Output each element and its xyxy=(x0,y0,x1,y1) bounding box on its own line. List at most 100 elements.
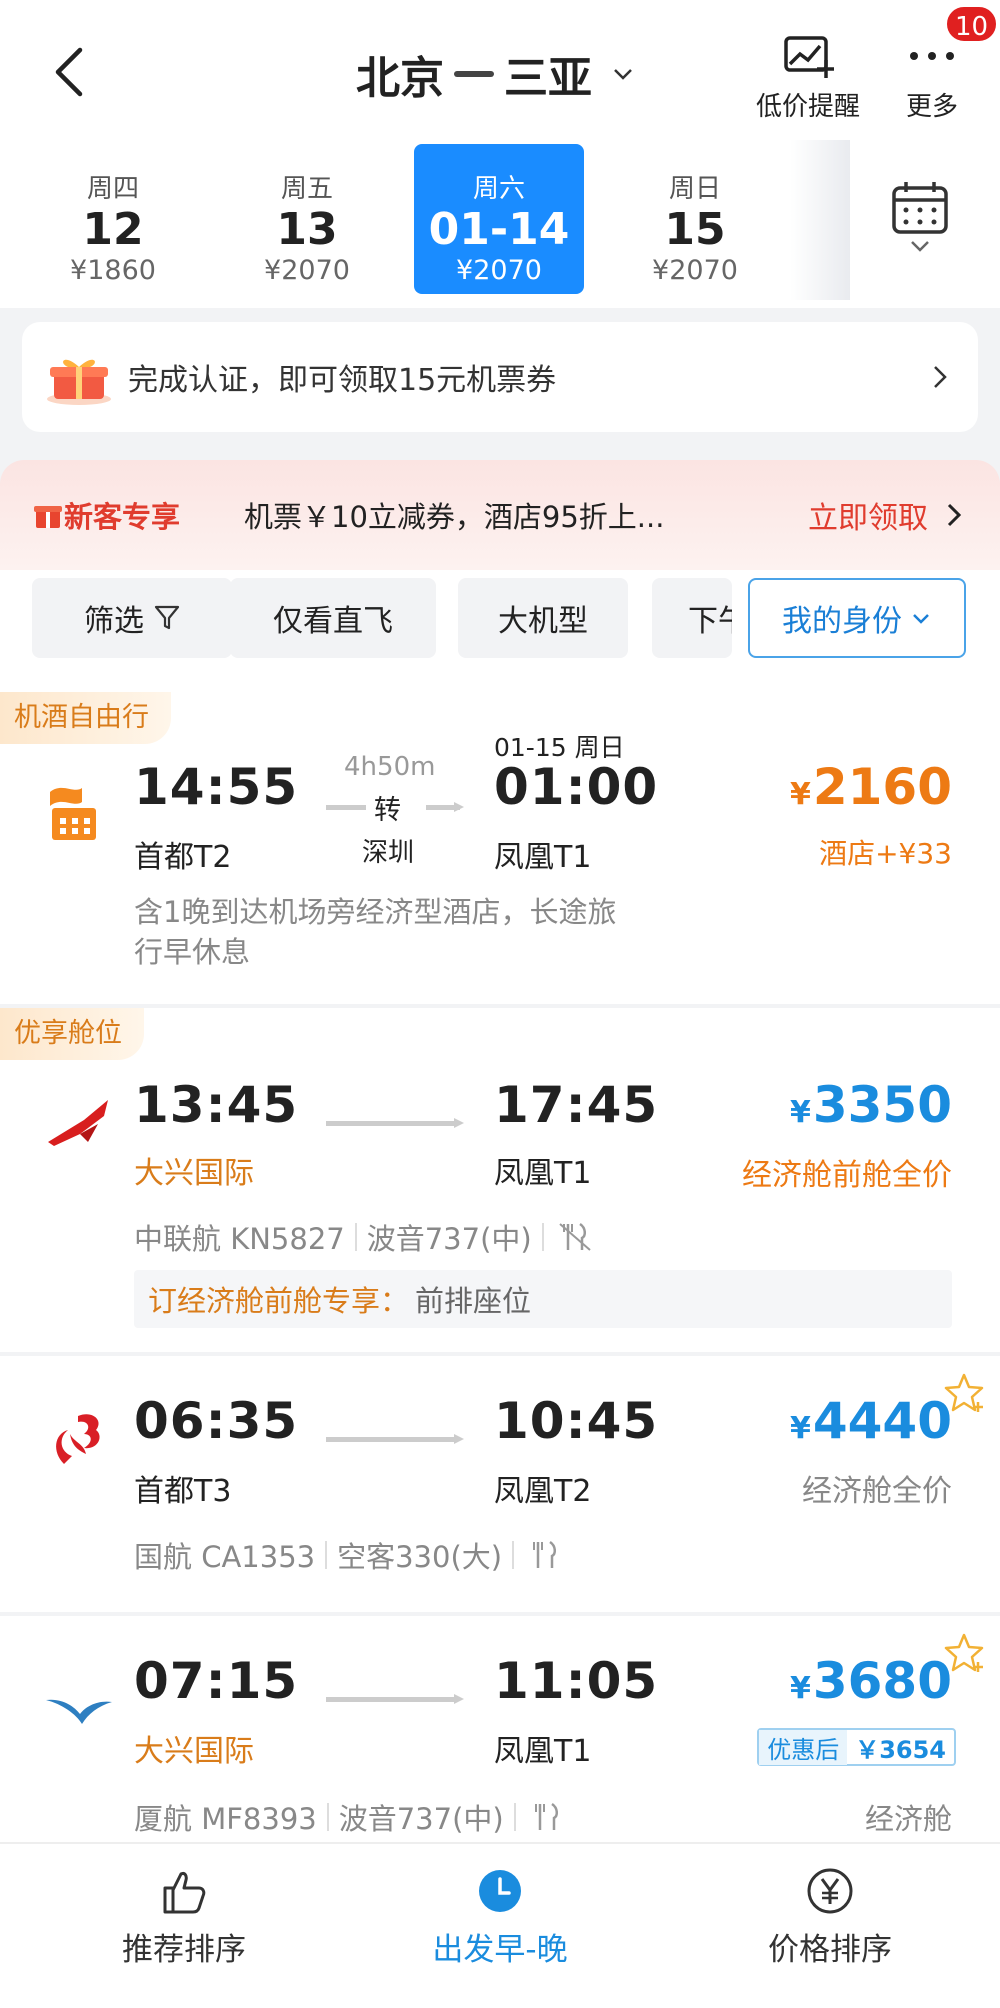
flight-price: ¥4440 xyxy=(790,1392,952,1450)
sort-recommend-label: 推荐排序 xyxy=(122,1932,246,1968)
arrival-time: 17:45 xyxy=(494,1076,659,1134)
chevron-right-icon xyxy=(934,366,947,388)
separator xyxy=(354,1223,357,1251)
afternoon-filter[interactable]: 下午 xyxy=(652,578,732,658)
gift-icon xyxy=(34,506,62,528)
back-arrow-icon[interactable] xyxy=(48,44,92,100)
package-ribbon: 机酒自由行 xyxy=(0,692,171,744)
claim-now-link[interactable]: 立即领取 xyxy=(808,493,928,537)
destination-city: 三亚 xyxy=(504,53,592,104)
origin-city: 北京 xyxy=(356,53,444,104)
date-day: 13 xyxy=(276,204,338,255)
verification-text: 完成认证，即可领取15元机票券 xyxy=(128,363,557,398)
sort-tab-bar: 推荐排序 出发早-晚 价格排序 xyxy=(0,1842,1000,2008)
route-selector[interactable]: 北京 三亚 xyxy=(356,44,634,104)
transfer-city: 深圳 xyxy=(362,838,415,868)
identity-dropdown[interactable]: 我的身份 xyxy=(748,578,966,658)
arrival-airport: 凤凰T1 xyxy=(494,1734,592,1769)
price-alert-label: 低价提醒 xyxy=(756,92,861,122)
flight-card[interactable]: 机酒自由行 14:55 首都T2 4h50m 转 深圳 01-15 周日 01:… xyxy=(0,692,1000,1004)
yen-circle-icon xyxy=(807,1868,853,1914)
china-united-airlines-logo xyxy=(48,1100,108,1146)
date-weekday: 周日 xyxy=(668,174,721,204)
price-value: 3350 xyxy=(812,1076,952,1134)
large-plane-filter[interactable]: 大机型 xyxy=(458,578,628,658)
date-weekday: 周六 xyxy=(472,174,525,204)
verification-banner[interactable]: 完成认证，即可领取15元机票券 xyxy=(22,322,978,432)
top-nav-bar: 北京 三亚 低价提醒 更多 10 xyxy=(0,0,1000,140)
identity-label: 我的身份 xyxy=(782,604,902,639)
price-value: 4440 xyxy=(812,1392,952,1450)
separator xyxy=(541,1223,544,1251)
flight-card[interactable]: 优享舱位 13:45 大兴国际 17:45 凤凰T1 ¥3350 经济舱前舱全价… xyxy=(0,1008,1000,1352)
date-option[interactable]: 周五 13 ¥2070 xyxy=(222,144,392,294)
new-customer-promo[interactable]: 新客专享 机票￥10立减券，酒店95折上... 立即领取 xyxy=(0,460,1000,570)
chevron-down-icon xyxy=(913,614,929,624)
date-price: ¥2070 xyxy=(264,255,350,286)
aircraft-type: 空客330(大) xyxy=(337,1540,503,1574)
discount-label: 优惠后 xyxy=(759,1729,848,1765)
large-plane-label: 大机型 xyxy=(498,604,588,639)
perk-label: 订经济舱前舱专享： xyxy=(148,1284,410,1318)
date-option[interactable]: 周四 12 ¥1860 xyxy=(28,144,198,294)
departure-time: 07:15 xyxy=(134,1652,299,1710)
arrival-time: 10:45 xyxy=(494,1392,659,1450)
meal-icon xyxy=(533,1540,557,1568)
chevron-down-icon xyxy=(614,69,632,80)
chevron-right-icon xyxy=(947,503,962,527)
date-price: ¥2070 xyxy=(652,255,738,286)
flight-card[interactable]: 06:35 首都T3 10:45 凤凰T2 ¥4440 经济舱全价 国航 CA1… xyxy=(0,1356,1000,1612)
more-button[interactable]: 更多 xyxy=(906,30,958,123)
aircraft-type: 波音737(中) xyxy=(338,1802,504,1836)
flight-path-line xyxy=(326,1694,464,1704)
calendar-icon xyxy=(892,182,948,252)
date-price: ¥1860 xyxy=(70,255,156,286)
xiamen-airlines-logo xyxy=(46,1699,112,1724)
date-day: 01-14 xyxy=(428,204,570,255)
discount-tag: 优惠后 ￥3654 xyxy=(757,1728,956,1766)
cabin-class: 经济舱全价 xyxy=(802,1474,952,1509)
date-weekday: 周四 xyxy=(86,174,139,204)
flight-meta: 中联航 KN5827 波音737(中) xyxy=(134,1216,592,1258)
airline-flight-number: 中联航 KN5827 xyxy=(134,1222,345,1256)
sort-time-tab[interactable]: 出发早-晚 xyxy=(370,1866,630,1969)
sort-price-tab[interactable]: 价格排序 xyxy=(700,1866,960,1969)
departure-airport: 大兴国际 xyxy=(134,1156,254,1191)
trend-chart-icon xyxy=(784,36,834,78)
direct-only-filter[interactable]: 仅看直飞 xyxy=(230,578,436,658)
air-china-logo xyxy=(56,1414,100,1464)
new-customer-message: 机票￥10立减券，酒店95折上... xyxy=(244,500,665,534)
flight-card[interactable]: 07:15 大兴国际 11:05 凤凰T1 ¥3680 优惠后 ￥3654 厦航… xyxy=(0,1616,1000,1842)
date-option-selected[interactable]: 周六 01-14 ¥2070 xyxy=(414,144,584,294)
departure-time: 06:35 xyxy=(134,1392,299,1450)
price-alert-button[interactable]: 低价提醒 xyxy=(756,30,860,123)
no-meal-icon xyxy=(559,1222,591,1251)
arrival-airport: 凤凰T2 xyxy=(494,1474,592,1509)
separator xyxy=(513,1803,516,1831)
filter-button[interactable]: 筛选 xyxy=(32,578,232,658)
flight-price: ¥2160 xyxy=(790,758,952,816)
calendar-button[interactable] xyxy=(850,140,1000,308)
flight-path-line xyxy=(326,1118,464,1128)
arrival-time: 11:05 xyxy=(494,1652,659,1710)
flight-meta: 国航 CA1353 空客330(大) xyxy=(134,1534,562,1576)
departure-airport: 大兴国际 xyxy=(134,1734,254,1769)
clock-icon xyxy=(479,1870,521,1912)
departure-airport: 首都T2 xyxy=(134,840,232,875)
price-value: 2160 xyxy=(812,758,952,816)
hotel-package-icon xyxy=(50,787,96,840)
cabin-class: 经济舱 xyxy=(864,1802,952,1836)
sort-recommend-tab[interactable]: 推荐排序 xyxy=(54,1866,314,1969)
sort-time-label: 出发早-晚 xyxy=(432,1932,568,1968)
separator xyxy=(325,1541,328,1569)
aircraft-type: 波音737(中) xyxy=(366,1222,532,1256)
perk-row: 订经济舱前舱专享： 前排座位 xyxy=(134,1270,952,1328)
airline-flight-number: 国航 CA1353 xyxy=(134,1540,316,1574)
date-option[interactable]: 周日 15 ¥2070 xyxy=(610,144,780,294)
filter-bar: 筛选 仅看直飞 大机型 下午 我的身份 xyxy=(0,570,1000,692)
date-day: 15 xyxy=(664,204,726,255)
gift-box-icon xyxy=(47,359,111,405)
airline-flight-number: 厦航 MF8393 xyxy=(134,1802,317,1836)
cabin-class: 经济舱前舱全价 xyxy=(742,1158,952,1193)
departure-airport: 首都T3 xyxy=(134,1474,232,1509)
